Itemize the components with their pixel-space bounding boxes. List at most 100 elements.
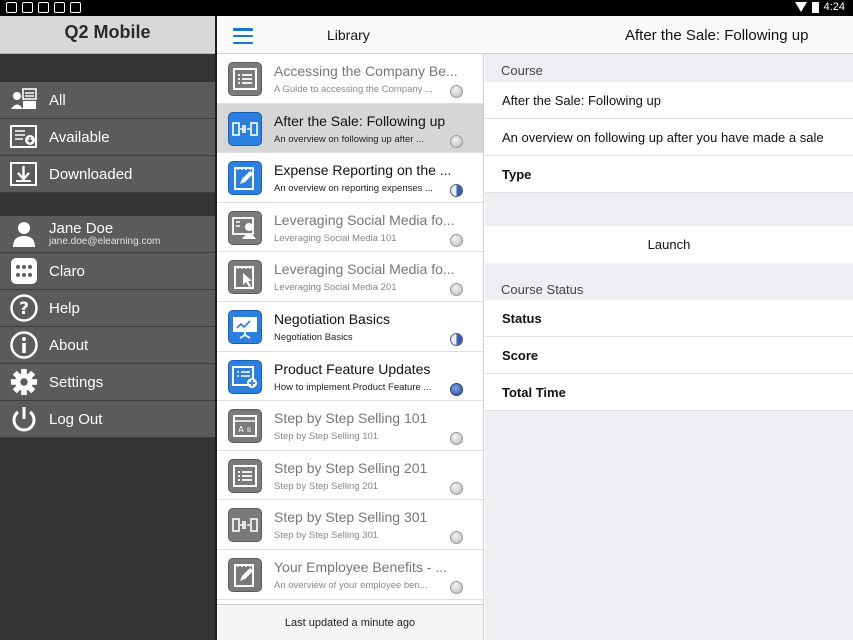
course-title: After the Sale: Following up	[274, 112, 446, 129]
sidebar-item-label: Claro	[49, 262, 85, 280]
person-doc-icon	[228, 210, 262, 245]
pencil-doc-icon	[228, 557, 262, 592]
progress-status-icon	[450, 283, 463, 297]
course-list[interactable]: Accessing the Company Be... A Guide to ac…	[217, 54, 484, 604]
sidebar-item-label: Help	[49, 299, 80, 317]
svg-text:A: A	[238, 425, 244, 434]
type-cell: Type	[485, 156, 853, 193]
sidebar-item-claro[interactable]: Claro	[0, 253, 215, 290]
status-bar: 4:24	[0, 0, 853, 16]
add-doc-icon	[228, 359, 262, 394]
sidebar-item-help[interactable]: ? Help	[0, 290, 215, 327]
progress-status-icon	[450, 85, 463, 98]
app-window: 4:24 Q2 Mobile All Available Downloaded …	[0, 0, 853, 640]
list-item[interactable]: Accessing the Company Be... A Guide to ac…	[217, 54, 483, 104]
ab-doc-icon: AB	[228, 409, 262, 444]
progress-status-icon	[450, 332, 463, 346]
progress-status-icon	[450, 481, 463, 495]
course-subtitle: How to implement Product Feature ...	[274, 381, 432, 393]
svg-text:?: ?	[19, 299, 29, 319]
course-title: Accessing the Company Be...	[274, 63, 458, 79]
course-title: Leveraging Social Media fo...	[274, 211, 455, 228]
course-subtitle: An overview of your employee ben...	[274, 579, 428, 591]
main-panel: Library After the Sale: Following up Acc…	[215, 16, 853, 640]
course-title: Step by Step Selling 101	[274, 410, 428, 427]
hamburger-menu-icon[interactable]	[233, 28, 253, 44]
battery-icon	[811, 1, 819, 13]
course-title: Your Employee Benefits - ...	[274, 558, 448, 575]
course-title: Expense Reporting on the ...	[274, 162, 452, 179]
sidebar-item-label: About	[49, 336, 89, 354]
list-item[interactable]: After the Sale: Following up An overview …	[217, 103, 483, 154]
course-subtitle: Leveraging Social Media 101	[274, 232, 397, 244]
gallery-icon	[22, 2, 33, 13]
detail-title: After the Sale: Following up	[625, 27, 809, 44]
user-info: Jane Doe jane.doe@elearning.com	[49, 221, 160, 247]
course-title: Step by Step Selling 201	[274, 459, 428, 476]
list-item[interactable]: Step by Step Selling 301 Step by Step Sel…	[217, 500, 483, 550]
course-subtitle: Leveraging Social Media 201	[274, 282, 397, 294]
sidebar-item-logout[interactable]: Log Out	[0, 401, 215, 438]
course-description-cell: An overview on following up after you ha…	[485, 119, 853, 156]
course-subtitle: Step by Step Selling 101	[274, 431, 379, 443]
list-doc-icon	[228, 458, 262, 493]
sidebar-item-settings[interactable]: Settings	[0, 364, 215, 401]
gear-icon	[10, 368, 38, 396]
progress-status-icon	[450, 531, 463, 545]
sequence-icon	[228, 111, 262, 146]
download-notif-icon	[54, 2, 65, 13]
sidebar-item-all[interactable]: All	[0, 82, 215, 119]
download-icon	[10, 160, 38, 188]
power-icon	[10, 405, 38, 433]
sidebar-item-label: Downloaded	[49, 165, 133, 183]
grid-icon	[10, 257, 38, 285]
launch-button[interactable]: Launch	[485, 226, 853, 263]
sidebar-item-about[interactable]: About	[0, 327, 215, 364]
status-cell: Status	[485, 300, 853, 337]
list-item[interactable]: Product Feature Updates How to implement …	[217, 352, 483, 402]
sim-icon	[6, 2, 17, 13]
user-icon	[10, 220, 38, 248]
clock: 4:24	[823, 1, 845, 13]
sidebar-item-downloaded[interactable]: Downloaded	[0, 156, 215, 193]
top-bar: Library After the Sale: Following up	[217, 16, 853, 54]
sidebar-item-label: Available	[49, 128, 110, 146]
user-email: jane.doe@elearning.com	[49, 235, 161, 247]
wifi-icon	[794, 2, 807, 12]
progress-status-icon	[450, 134, 463, 148]
user-name: Jane Doe	[49, 219, 114, 237]
course-title: Leveraging Social Media fo...	[274, 261, 455, 278]
course-section-header: Course	[501, 63, 543, 78]
list-item[interactable]: Leveraging Social Media fo... Leveraging …	[217, 252, 483, 302]
sidebar-item-label: All	[49, 91, 66, 109]
course-title: Step by Step Selling 301	[274, 509, 428, 526]
cursor-doc-icon	[228, 260, 262, 295]
user-menu-group: Jane Doe jane.doe@elearning.com Claro ? …	[0, 216, 215, 438]
progress-status-icon	[450, 580, 463, 594]
filter-group: All Available Downloaded	[0, 82, 215, 193]
course-subtitle: A Guide to accessing the Company ...	[274, 84, 433, 95]
course-title: Product Feature Updates	[274, 360, 431, 377]
sequence-icon	[228, 508, 262, 543]
notification-icons	[6, 2, 81, 13]
list-item[interactable]: Negotiation Basics Negotiation Basics	[217, 302, 483, 352]
cloud-icon	[38, 2, 49, 13]
score-cell: Score	[485, 337, 853, 374]
sidebar: Q2 Mobile All Available Downloaded Jane …	[0, 16, 215, 640]
all-courses-icon	[10, 86, 38, 114]
last-updated-text: Last updated a minute ago	[217, 604, 484, 640]
user-profile[interactable]: Jane Doe jane.doe@elearning.com	[0, 216, 215, 253]
app-notif-icon	[70, 2, 81, 13]
list-item[interactable]: Expense Reporting on the ... An overview …	[217, 153, 483, 203]
sidebar-item-available[interactable]: Available	[0, 119, 215, 156]
list-item[interactable]: Leveraging Social Media fo... Leveraging …	[217, 203, 483, 253]
course-subtitle: Step by Step Selling 201	[274, 480, 379, 492]
total-time-cell: Total Time	[485, 374, 853, 411]
course-subtitle: Negotiation Basics	[274, 331, 353, 343]
status-section-header: Course Status	[501, 282, 584, 297]
list-item[interactable]: Step by Step Selling 201 Step by Step Sel…	[217, 451, 483, 501]
list-item[interactable]: Your Employee Benefits - ... An overview …	[217, 550, 483, 600]
list-item[interactable]: A B Step by Step Selling 101 Step by Step S…	[217, 401, 483, 451]
progress-status-icon	[450, 233, 463, 247]
course-subtitle: An overview on following up after ...	[274, 133, 424, 145]
